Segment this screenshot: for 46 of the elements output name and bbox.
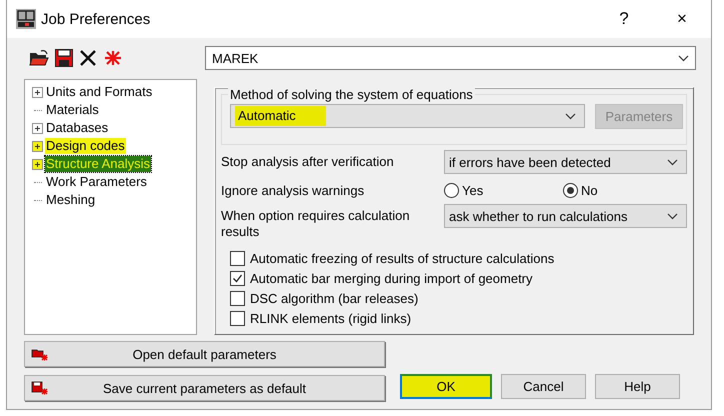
- checkbox-label: DSC algorithm (bar releases): [250, 290, 418, 306]
- radio-button[interactable]: [444, 183, 459, 198]
- app-logo-icon: [16, 9, 36, 29]
- expand-icon[interactable]: [32, 140, 43, 152]
- tree-item[interactable]: Structure Analysis: [45, 156, 152, 172]
- save-default-button[interactable]: Save current parameters as default: [24, 375, 385, 401]
- tree-item[interactable]: Units and Formats: [45, 84, 154, 100]
- checkbox[interactable]: [230, 290, 245, 306]
- radio-label: Yes: [462, 183, 484, 198]
- setting-dropdown[interactable]: if errors have been detected: [444, 150, 687, 174]
- checkbox[interactable]: [230, 270, 245, 286]
- expand-icon[interactable]: [32, 86, 43, 98]
- setting-label: When option requires calculation results: [221, 207, 411, 240]
- help-button[interactable]: ?: [595, 9, 653, 29]
- expand-icon[interactable]: [32, 122, 43, 134]
- checkbox-label: RLINK elements (rigid links): [250, 310, 412, 326]
- checkbox[interactable]: [230, 310, 245, 326]
- checkbox-label: Automatic bar merging during import of geometry: [250, 270, 533, 286]
- folder-reset-icon: [31, 347, 49, 361]
- setting-label: Stop analysis after verification: [221, 153, 395, 170]
- job-name-dropdown[interactable]: MAREK: [205, 46, 696, 70]
- asterisk-icon[interactable]: [103, 49, 123, 67]
- checkbox[interactable]: [230, 250, 245, 266]
- close-button[interactable]: ×: [653, 9, 711, 29]
- radio-button[interactable]: [563, 183, 578, 198]
- radio-label: No: [581, 183, 598, 198]
- tree-item[interactable]: Design codes: [45, 138, 126, 154]
- dialog-button[interactable]: Cancel: [501, 374, 586, 399]
- save-icon[interactable]: [55, 49, 73, 67]
- setting-dropdown[interactable]: ask whether to run calculations: [444, 204, 687, 228]
- window-title: Job Preferences: [41, 10, 152, 28]
- dialog-button[interactable]: Help: [595, 374, 680, 399]
- tree-item[interactable]: Work Parameters: [45, 174, 148, 190]
- group-title: Method of solving the system of equations: [228, 87, 475, 102]
- floppy-reset-icon: [31, 381, 49, 395]
- setting-label: Ignore analysis warnings: [221, 182, 366, 199]
- open-default-button[interactable]: Open default parameters: [24, 341, 385, 367]
- checkbox-label: Automatic freezing of results of structure calculations: [250, 250, 554, 266]
- tree-item[interactable]: Materials: [45, 102, 100, 118]
- tree-item[interactable]: Databases: [45, 120, 110, 136]
- expand-icon[interactable]: [32, 158, 43, 170]
- dialog-button[interactable]: OK: [400, 374, 492, 399]
- tree-item[interactable]: Meshing: [45, 192, 96, 208]
- open-folder-icon[interactable]: [29, 49, 49, 67]
- method-dropdown[interactable]: Automatic: [230, 104, 585, 128]
- delete-icon[interactable]: [79, 49, 97, 67]
